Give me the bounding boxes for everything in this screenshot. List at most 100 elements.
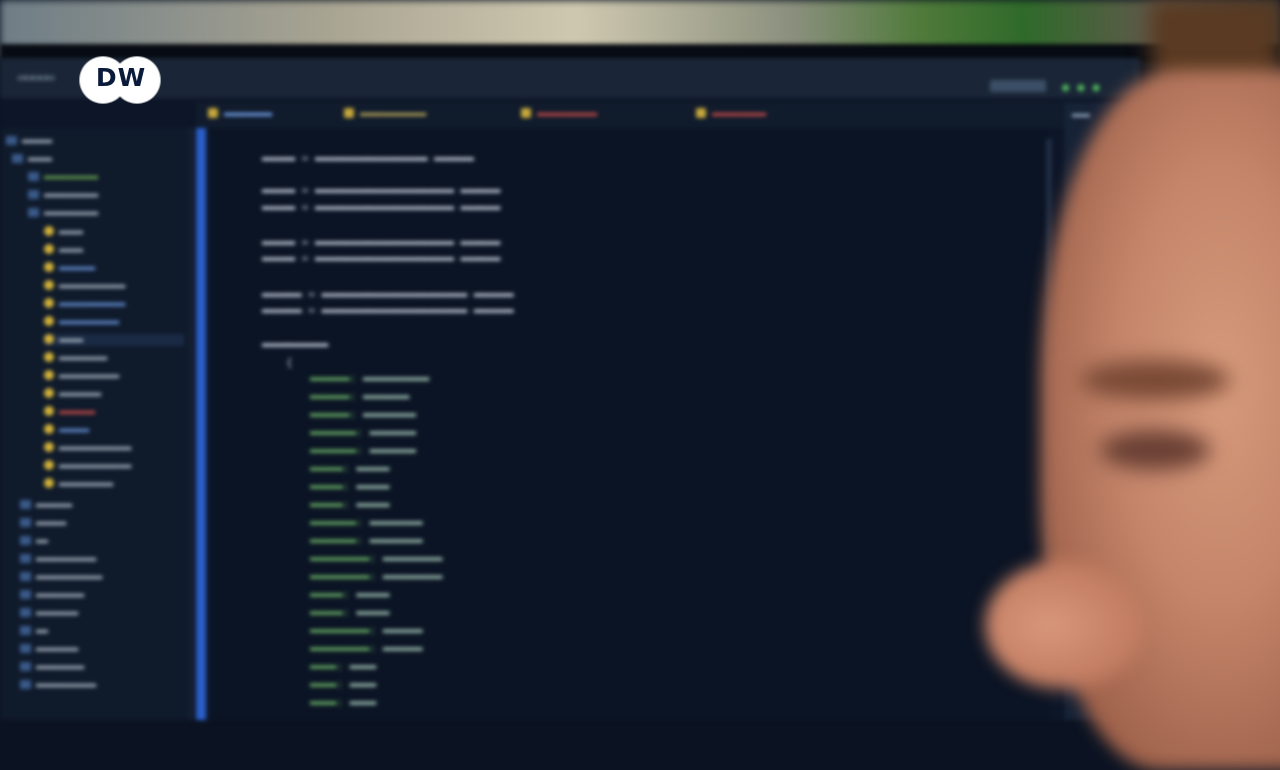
code-line: ▬▬▬▬▬: ▬▬▬▬▬ — [310, 606, 390, 619]
tree-item: ▬▬ — [20, 536, 48, 548]
folder-icon — [12, 154, 23, 163]
code-line: ▬▬▬▬▬ = ▬▬▬▬▬▬▬▬▬▬▬▬▬▬▬▬▬▬▬▬▬ ▬▬▬▬▬▬ — [262, 184, 501, 197]
code-line: ▬▬▬▬▬▬▬: ▬▬▬▬▬▬▬▬ — [310, 516, 423, 529]
folder-icon — [20, 680, 31, 689]
editor-tab: ▬▬▬▬▬▬▬▬▬ — [696, 108, 766, 122]
tree-item: ▬▬ — [20, 626, 48, 638]
tree-item: ▬▬▬▬▬ — [20, 518, 66, 530]
project-tree: ▬▬▬▬▬ ▬▬▬▬ ▬▬▬▬▬▬▬▬▬ ▬▬▬▬▬▬▬▬▬ ▬▬▬▬▬▬▬▬▬… — [0, 128, 192, 720]
tree-item: ▬▬▬▬▬▬▬▬ — [44, 352, 107, 364]
code-line: ▬▬▬▬▬ = ▬▬▬▬▬▬▬▬▬▬▬▬▬▬▬▬▬▬▬▬▬ ▬▬▬▬▬▬ — [262, 236, 501, 249]
tree-item: ▬▬▬▬▬▬ — [44, 406, 95, 418]
code-line: ▬▬▬▬▬▬: ▬▬▬▬▬▬▬▬ — [310, 408, 416, 421]
tree-item: ▬▬▬▬ — [12, 154, 52, 166]
tree-item: ▬▬▬▬▬▬▬▬▬▬▬ — [44, 298, 125, 310]
folder-icon — [20, 518, 31, 527]
folder-icon — [28, 172, 39, 181]
code-editor-window: ▭▭▭▭▭ ●●● ▬▬▬▬▬▬▬▬ ▬▬▬▬▬▬▬▬▬▬▬ ▬▬▬▬▬▬▬▬▬… — [0, 58, 1140, 720]
folder-icon — [6, 136, 17, 145]
run-config-button — [990, 80, 1046, 92]
tree-item: ▬▬▬▬▬▬▬ — [20, 644, 78, 656]
tree-item: ▬▬▬▬▬▬▬ — [44, 388, 101, 400]
tree-item: ▬▬▬▬▬▬▬▬▬▬ — [20, 680, 96, 692]
code-line: ▬▬▬▬▬▬▬: ▬▬▬▬▬▬▬▬ — [310, 534, 423, 547]
tool-window-label: ▬▬▬ — [1072, 110, 1091, 121]
code-line: ▬▬▬▬▬ = ▬▬▬▬▬▬▬▬▬▬▬▬▬▬▬▬▬ ▬▬▬▬▬▬ — [262, 152, 474, 165]
code-line: ▬▬▬▬▬▬: ▬▬▬▬▬▬▬▬▬▬ — [310, 372, 430, 385]
python-file-icon — [696, 108, 706, 118]
code-line: ▬▬▬▬▬▬▬: ▬▬▬▬▬▬▬ — [310, 444, 416, 457]
project-name: ▭▭▭▭▭ — [18, 70, 55, 84]
folder-icon — [20, 662, 31, 671]
tree-item: ▬▬▬▬▬▬▬▬▬▬▬▬ — [44, 442, 131, 454]
tree-item: ▬▬▬▬ — [44, 226, 83, 238]
python-file-icon — [44, 352, 54, 362]
editor-tab: ▬▬▬▬▬▬▬▬▬▬ — [521, 108, 597, 122]
python-file-icon — [44, 280, 54, 290]
folder-icon — [28, 208, 39, 217]
logo-text: DW — [95, 63, 147, 92]
python-file-icon — [44, 262, 54, 272]
python-file-icon — [44, 460, 54, 470]
tree-item: ▬▬▬▬▬▬▬▬ — [20, 662, 84, 674]
code-line: ▬▬▬▬▬▬▬▬▬: ▬▬▬▬▬▬ — [310, 624, 423, 637]
folder-icon — [20, 608, 31, 617]
code-line: ▬▬▬▬: ▬▬▬▬ — [310, 696, 377, 709]
code-line: { — [286, 356, 293, 369]
python-file-icon — [44, 442, 54, 452]
ide-titlebar: ▭▭▭▭▭ ●●● — [0, 58, 1140, 98]
tree-item-selected: ▬▬▬▬ — [44, 334, 184, 346]
python-file-icon — [44, 298, 54, 308]
code-area: ▬▬▬▬▬ = ▬▬▬▬▬▬▬▬▬▬▬▬▬▬▬▬▬ ▬▬▬▬▬▬ ▬▬▬▬▬ =… — [210, 128, 1050, 720]
editor-tab: ▬▬▬▬▬▬▬▬▬▬▬ — [344, 108, 426, 122]
code-line: ▬▬▬▬▬▬ = ▬▬▬▬▬▬▬▬▬▬▬▬▬▬▬▬▬▬▬▬▬▬ ▬▬▬▬▬▬ — [262, 304, 514, 317]
folder-icon — [20, 500, 31, 509]
python-file-icon — [44, 244, 54, 254]
python-file-icon — [44, 406, 54, 416]
code-line: ▬▬▬▬▬▬▬▬▬: ▬▬▬▬▬▬▬▬▬ — [310, 552, 443, 565]
editor-tab: ▬▬▬▬▬▬▬▬ — [208, 108, 272, 122]
folder-icon — [20, 572, 31, 581]
code-line: ▬▬▬▬▬▬: ▬▬▬▬▬▬▬ — [310, 390, 410, 403]
code-line: ▬▬▬▬▬▬▬▬▬▬ — [262, 338, 329, 351]
code-line: ▬▬▬▬▬ = ▬▬▬▬▬▬▬▬▬▬▬▬▬▬▬▬▬▬▬▬▬ ▬▬▬▬▬▬ — [262, 252, 501, 265]
code-line: ▬▬▬▬▬: ▬▬▬▬▬ — [310, 480, 390, 493]
code-line: ▬▬▬▬: ▬▬▬▬ — [310, 660, 377, 673]
python-file-icon — [44, 478, 54, 488]
tree-item: ▬▬▬▬▬▬▬▬▬ — [28, 190, 98, 202]
tree-item: ▬▬▬▬▬▬ — [44, 262, 95, 274]
folder-icon — [20, 626, 31, 635]
tree-item: ▬▬▬▬▬▬▬▬▬▬▬ — [20, 572, 102, 584]
code-line: ▬▬▬▬▬▬ = ▬▬▬▬▬▬▬▬▬▬▬▬▬▬▬▬▬▬▬▬▬▬ ▬▬▬▬▬▬ — [262, 288, 514, 301]
editor-gutter-marker — [196, 128, 206, 720]
python-file-icon — [44, 370, 54, 380]
person-eye — [1100, 430, 1210, 470]
python-file-icon — [44, 226, 54, 236]
python-file-icon — [44, 424, 54, 434]
tree-item: ▬▬▬▬▬ — [6, 136, 52, 148]
code-line: ▬▬▬▬▬: ▬▬▬▬▬ — [310, 498, 390, 511]
tree-item: ▬▬▬▬▬▬▬ — [20, 608, 78, 620]
tree-item: ▬▬▬▬▬ — [44, 424, 89, 436]
dw-logo: DW — [80, 57, 162, 105]
tree-item: ▬▬▬▬▬▬▬▬▬▬▬▬ — [44, 460, 131, 472]
folder-icon — [20, 590, 31, 599]
code-line: ▬▬▬▬: ▬▬▬▬ — [310, 678, 377, 691]
person-nose — [985, 560, 1145, 690]
code-line: ▬▬▬▬▬: ▬▬▬▬▬ — [310, 588, 390, 601]
tree-item: ▬▬▬▬▬▬▬▬▬ — [44, 478, 113, 490]
tree-item: ▬▬▬▬▬▬▬▬▬▬ — [44, 316, 119, 328]
code-line: ▬▬▬▬▬▬▬▬▬: ▬▬▬▬▬▬ — [310, 642, 423, 655]
tree-item: ▬▬▬▬▬▬▬▬▬ — [28, 172, 98, 184]
python-file-icon — [44, 334, 54, 344]
code-line: ▬▬▬▬▬▬▬▬▬: ▬▬▬▬▬▬▬▬▬ — [310, 570, 443, 583]
editor-tabs: ▬▬▬▬▬▬▬▬ ▬▬▬▬▬▬▬▬▬▬▬ ▬▬▬▬▬▬▬▬▬▬ ▬▬▬▬▬▬▬▬… — [196, 102, 1140, 128]
person-brow — [1080, 360, 1230, 400]
python-file-icon — [44, 388, 54, 398]
toolbar-icons: ●●● — [1062, 80, 1108, 94]
folder-icon — [20, 644, 31, 653]
code-line: ▬▬▬▬▬ = ▬▬▬▬▬▬▬▬▬▬▬▬▬▬▬▬▬▬▬▬▬ ▬▬▬▬▬▬ — [262, 201, 501, 214]
tree-item: ▬▬▬▬ — [44, 244, 83, 256]
tree-item: ▬▬▬▬▬▬ — [20, 500, 72, 512]
folder-icon — [28, 190, 39, 199]
